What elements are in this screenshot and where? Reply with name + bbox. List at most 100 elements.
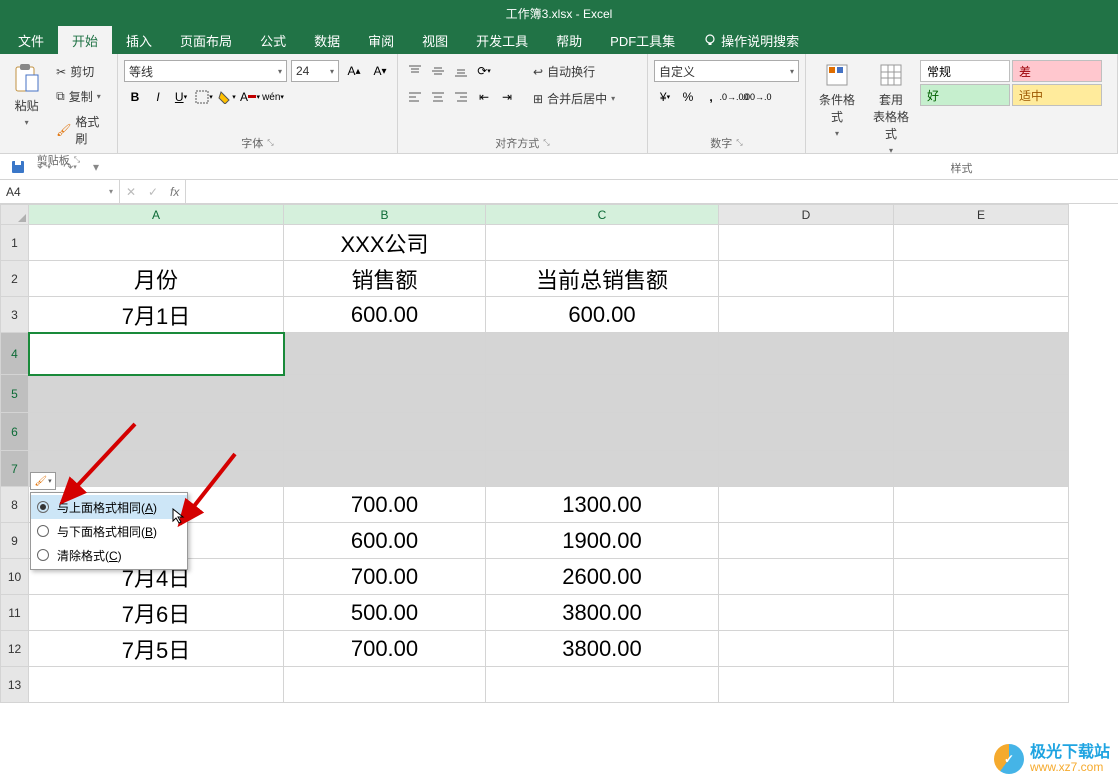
cell[interactable] [894, 595, 1069, 631]
cell[interactable]: 3800.00 [486, 631, 719, 667]
cell[interactable] [284, 375, 486, 413]
col-header[interactable]: E [894, 205, 1069, 225]
decrease-indent-icon[interactable]: ⇤ [473, 86, 495, 108]
row-header[interactable]: 8 [1, 487, 29, 523]
orientation-icon[interactable]: ⟳▾ [473, 60, 495, 82]
cell[interactable] [894, 667, 1069, 703]
tab-file[interactable]: 文件 [4, 26, 58, 54]
cancel-icon[interactable]: ✕ [120, 181, 142, 203]
cell[interactable] [284, 667, 486, 703]
cell[interactable] [486, 333, 719, 375]
tab-insert[interactable]: 插入 [112, 26, 166, 54]
worksheet-grid[interactable]: ABCDE1XXX公司2月份销售额当前总销售额37月1日600.00600.00… [0, 204, 1118, 703]
cell[interactable]: 销售额 [284, 261, 486, 297]
cell[interactable] [29, 375, 284, 413]
col-header[interactable]: B [284, 205, 486, 225]
cell[interactable]: XXX公司 [284, 225, 486, 261]
cell[interactable]: 月份 [29, 261, 284, 297]
cell[interactable] [29, 413, 284, 451]
percent-icon[interactable]: % [677, 86, 699, 108]
decrease-font-icon[interactable]: A▾ [369, 60, 391, 82]
row-header[interactable]: 9 [1, 523, 29, 559]
select-all-corner[interactable] [1, 205, 29, 225]
format-as-table-button[interactable]: 套用 表格格式▾ [866, 60, 916, 158]
col-header[interactable]: A [29, 205, 284, 225]
align-center-icon[interactable] [427, 86, 449, 108]
cell[interactable]: 2600.00 [486, 559, 719, 595]
row-header[interactable]: 1 [1, 225, 29, 261]
cell[interactable]: 600.00 [486, 297, 719, 333]
row-header[interactable]: 11 [1, 595, 29, 631]
copy-button[interactable]: ⧉复制▾ [51, 85, 111, 108]
cell[interactable]: 700.00 [284, 631, 486, 667]
wrap-text-button[interactable]: ↩自动换行 [528, 60, 620, 83]
cell[interactable]: 7月6日 [29, 595, 284, 631]
cell[interactable] [486, 667, 719, 703]
cell[interactable]: 3800.00 [486, 595, 719, 631]
cell[interactable]: 600.00 [284, 297, 486, 333]
cell[interactable] [894, 487, 1069, 523]
cell[interactable] [719, 261, 894, 297]
row-header[interactable]: 3 [1, 297, 29, 333]
cell[interactable] [894, 559, 1069, 595]
row-header[interactable]: 4 [1, 333, 29, 375]
cell[interactable]: 1900.00 [486, 523, 719, 559]
decrease-decimal-icon[interactable]: .00→.0 [746, 86, 768, 108]
insert-options-smarttag[interactable]: 🖌▾ [30, 472, 56, 490]
cell[interactable] [29, 667, 284, 703]
cell[interactable]: 700.00 [284, 559, 486, 595]
enter-icon[interactable]: ✓ [142, 181, 164, 203]
row-header[interactable]: 12 [1, 631, 29, 667]
font-color-button[interactable]: A▾ [239, 86, 261, 108]
undo-icon[interactable]: ↶▾ [34, 157, 54, 177]
align-right-icon[interactable] [450, 86, 472, 108]
cell[interactable] [486, 225, 719, 261]
cell[interactable] [894, 451, 1069, 487]
border-button[interactable]: ▾ [193, 86, 215, 108]
tab-developer[interactable]: 开发工具 [462, 26, 542, 54]
conditional-format-button[interactable]: 条件格式▾ [812, 60, 862, 141]
cell[interactable]: 7月5日 [29, 631, 284, 667]
increase-font-icon[interactable]: A▴ [343, 60, 365, 82]
tab-home[interactable]: 开始 [58, 26, 112, 54]
fill-color-button[interactable]: ▾ [216, 86, 238, 108]
underline-button[interactable]: U▾ [170, 86, 192, 108]
align-bottom-icon[interactable] [450, 60, 472, 82]
bold-button[interactable]: B [124, 86, 146, 108]
cell[interactable]: 1300.00 [486, 487, 719, 523]
style-good[interactable]: 好 [920, 84, 1010, 106]
row-header[interactable]: 7 [1, 451, 29, 487]
cell[interactable] [486, 413, 719, 451]
cell[interactable]: 500.00 [284, 595, 486, 631]
cell[interactable] [719, 559, 894, 595]
format-painter-button[interactable]: 🖌格式刷 [51, 110, 111, 150]
cell[interactable] [29, 333, 284, 375]
redo-icon[interactable]: ↷▾ [60, 157, 80, 177]
style-normal[interactable]: 常规 [920, 60, 1010, 82]
cut-button[interactable]: ✂剪切 [51, 60, 111, 83]
cell[interactable] [284, 413, 486, 451]
tab-data[interactable]: 数据 [300, 26, 354, 54]
menu-clear-format[interactable]: 清除格式(C) [31, 543, 187, 567]
cell[interactable] [486, 375, 719, 413]
cell[interactable]: 600.00 [284, 523, 486, 559]
cell[interactable]: 700.00 [284, 487, 486, 523]
row-header[interactable]: 6 [1, 413, 29, 451]
cell[interactable] [894, 523, 1069, 559]
fx-icon[interactable]: fx [164, 185, 185, 199]
save-icon[interactable] [8, 157, 28, 177]
cell[interactable] [284, 333, 486, 375]
font-size-combo[interactable]: 24▾ [291, 60, 339, 82]
tab-formulas[interactable]: 公式 [246, 26, 300, 54]
align-middle-icon[interactable] [427, 60, 449, 82]
row-header[interactable]: 13 [1, 667, 29, 703]
cell[interactable] [719, 631, 894, 667]
qat-customize-icon[interactable]: ▾ [86, 157, 106, 177]
cell[interactable] [719, 225, 894, 261]
align-top-icon[interactable] [404, 60, 426, 82]
cell[interactable] [719, 413, 894, 451]
row-header[interactable]: 5 [1, 375, 29, 413]
cell[interactable] [719, 595, 894, 631]
font-name-combo[interactable]: 等线▾ [124, 60, 287, 82]
tab-review[interactable]: 审阅 [354, 26, 408, 54]
